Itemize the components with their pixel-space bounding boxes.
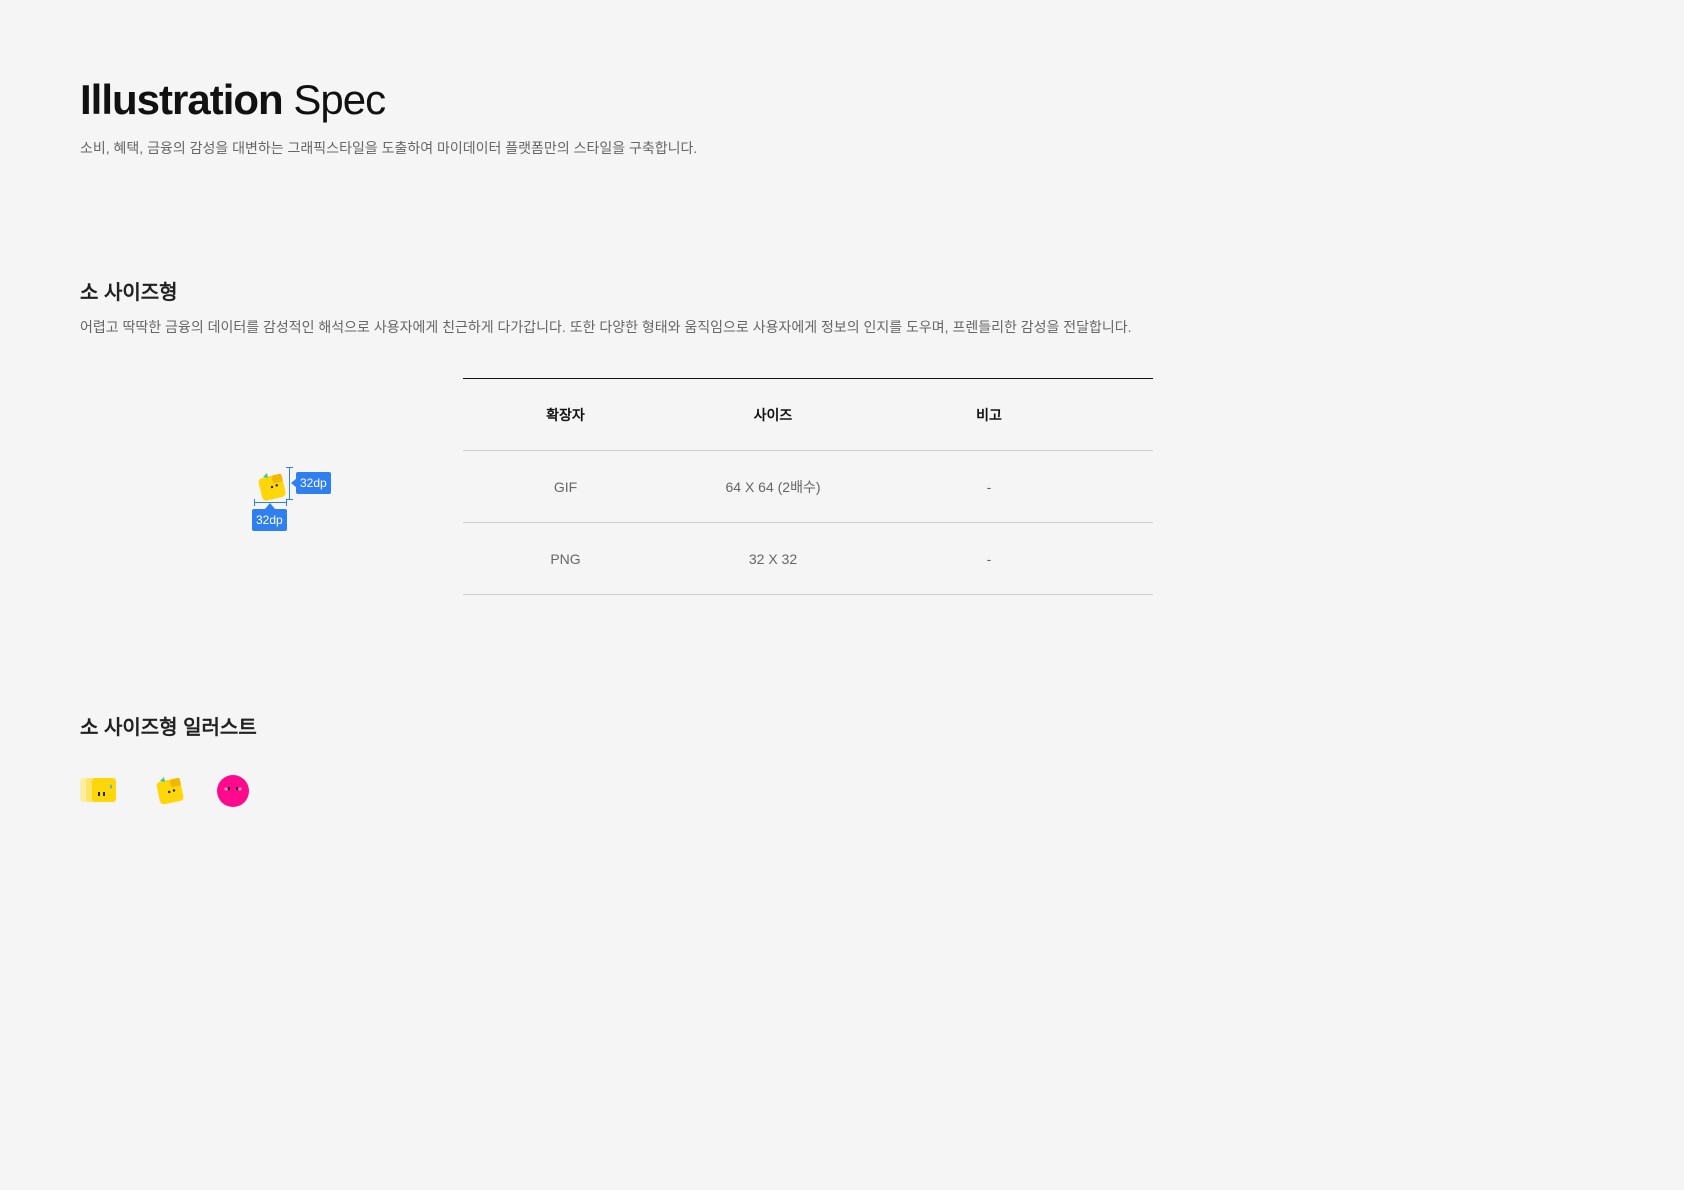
cell-note: - <box>878 450 1100 523</box>
column-header-size: 사이즈 <box>668 378 878 451</box>
page-subtitle: 소비, 혜택, 금융의 감성을 대변하는 그래픽스타일을 도출하여 마이데이터 … <box>80 140 698 156</box>
section-small-description: 어렵고 딱딱한 금융의 데이터를 감성적인 해석으로 사용자에게 친근하게 다가… <box>80 319 1132 335</box>
spec-table: 확장자 사이즈 비고 GIF 64 X 64 (2배수) - PNG 32 X … <box>463 378 1153 595</box>
cell-spacer <box>1100 450 1153 523</box>
width-dimension-cap-right <box>286 499 287 506</box>
sticky-note-icon <box>256 471 288 503</box>
column-header-extension: 확장자 <box>463 378 668 451</box>
table-row: GIF 64 X 64 (2배수) - <box>463 450 1153 523</box>
cell-note: - <box>878 522 1100 595</box>
cell-extension: GIF <box>463 450 668 523</box>
height-dimension-tag: 32dp <box>296 472 331 494</box>
cell-extension: PNG <box>463 522 668 595</box>
section-small-title: 소 사이즈형 <box>80 282 178 304</box>
width-dimension-cap-left <box>254 499 255 506</box>
width-dimension-tag: 32dp <box>252 509 287 531</box>
column-header-note: 비고 <box>878 378 1100 451</box>
pink-face-illustration <box>216 774 250 808</box>
spec-table-header-row: 확장자 사이즈 비고 <box>463 378 1153 451</box>
page-title-light: Spec <box>293 76 386 123</box>
height-dimension-cap-top <box>286 467 293 468</box>
page-title-bold: Illustration <box>80 76 284 123</box>
height-dimension-cap-bottom <box>286 499 293 500</box>
cell-spacer <box>1100 522 1153 595</box>
cell-size: 32 X 32 <box>668 522 878 595</box>
page-title: Illustration Spec <box>80 74 386 126</box>
height-dimension-line <box>289 467 290 499</box>
table-row: PNG 32 X 32 - <box>463 522 1153 595</box>
stacked-cards-illustration <box>80 774 122 808</box>
column-header-spacer <box>1100 378 1153 451</box>
cell-size: 64 X 64 (2배수) <box>668 450 878 523</box>
sticky-note-illustration <box>152 775 186 807</box>
section-illust-title: 소 사이즈형 일러스트 <box>80 717 257 739</box>
